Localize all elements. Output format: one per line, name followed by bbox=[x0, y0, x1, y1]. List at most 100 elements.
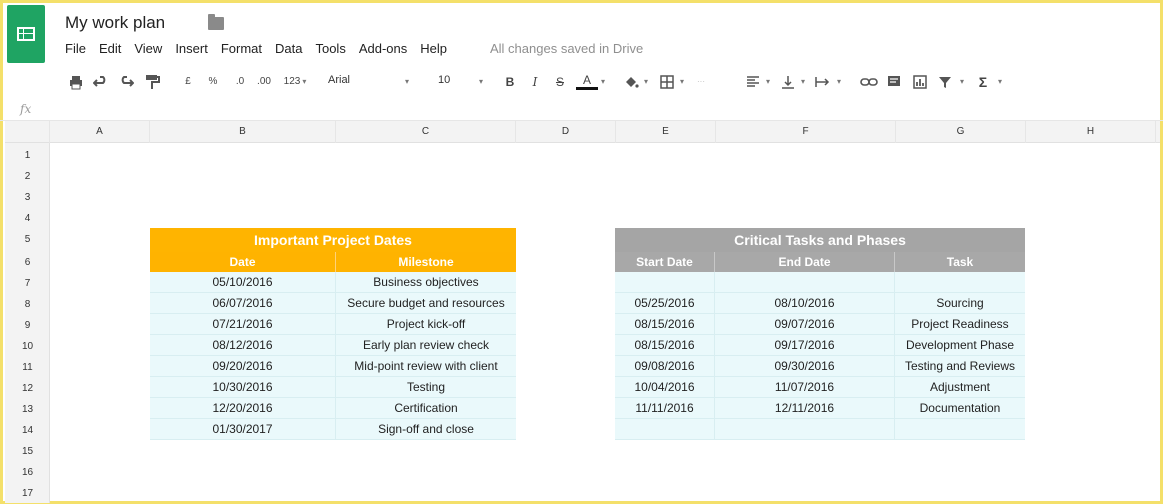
chevron-down-icon[interactable]: ▾ bbox=[799, 74, 807, 90]
header-cell-task[interactable]: Task bbox=[895, 252, 1025, 272]
borders-icon[interactable] bbox=[659, 74, 675, 90]
chevron-down-icon[interactable]: ▾ bbox=[599, 74, 607, 90]
milestone-cell[interactable]: Secure budget and resources bbox=[336, 293, 516, 313]
row-header[interactable]: 17 bbox=[5, 483, 50, 504]
row-header[interactable]: 15 bbox=[5, 441, 50, 462]
menu-view[interactable]: View bbox=[134, 41, 162, 56]
task-cell[interactable]: Project Readiness bbox=[895, 314, 1025, 334]
chevron-down-icon[interactable]: ▾ bbox=[678, 74, 686, 90]
milestone-cell[interactable]: Mid-point review with client bbox=[336, 356, 516, 376]
increase-decimal-button[interactable]: .00 bbox=[254, 74, 274, 90]
chart-icon[interactable] bbox=[912, 74, 928, 90]
row-header[interactable]: 14 bbox=[5, 420, 50, 441]
start-date-cell[interactable] bbox=[615, 272, 715, 292]
end-date-cell[interactable] bbox=[715, 419, 895, 439]
text-wrap-icon[interactable] bbox=[814, 74, 832, 90]
row-header[interactable]: 7 bbox=[5, 273, 50, 294]
row-header[interactable]: 12 bbox=[5, 378, 50, 399]
filter-icon[interactable] bbox=[937, 74, 953, 90]
bold-button[interactable]: B bbox=[503, 74, 517, 90]
strikethrough-button[interactable]: S bbox=[553, 74, 567, 90]
date-cell[interactable]: 12/20/2016 bbox=[150, 398, 336, 418]
font-size-select[interactable]: 10 bbox=[438, 74, 450, 86]
chevron-down-icon[interactable]: ▾ bbox=[764, 74, 772, 90]
functions-button[interactable]: Σ bbox=[976, 74, 990, 90]
start-date-cell[interactable]: 09/08/2016 bbox=[615, 356, 715, 376]
column-header[interactable]: E bbox=[616, 121, 716, 143]
row-header[interactable]: 9 bbox=[5, 315, 50, 336]
start-date-cell[interactable]: 11/11/2016 bbox=[615, 398, 715, 418]
column-header[interactable]: F bbox=[716, 121, 896, 143]
align-icon[interactable] bbox=[745, 74, 761, 90]
start-date-cell[interactable] bbox=[615, 419, 715, 439]
date-cell[interactable]: 05/10/2016 bbox=[150, 272, 336, 292]
chevron-down-icon[interactable]: ▾ bbox=[476, 74, 486, 90]
milestone-cell[interactable]: Certification bbox=[336, 398, 516, 418]
row-header[interactable]: 6 bbox=[5, 252, 50, 273]
column-header[interactable]: D bbox=[516, 121, 616, 143]
chevron-down-icon[interactable]: ▾ bbox=[835, 74, 843, 90]
task-cell[interactable] bbox=[895, 419, 1025, 439]
undo-icon[interactable] bbox=[93, 74, 109, 90]
header-cell-start-date[interactable]: Start Date bbox=[615, 252, 715, 272]
date-cell[interactable]: 06/07/2016 bbox=[150, 293, 336, 313]
milestone-cell[interactable]: Testing bbox=[336, 377, 516, 397]
task-cell[interactable]: Development Phase bbox=[895, 335, 1025, 355]
menu-addons[interactable]: Add-ons bbox=[359, 41, 407, 56]
row-header[interactable]: 11 bbox=[5, 357, 50, 378]
date-cell[interactable]: 08/12/2016 bbox=[150, 335, 336, 355]
task-cell[interactable]: Adjustment bbox=[895, 377, 1025, 397]
row-header[interactable]: 4 bbox=[5, 208, 50, 229]
decrease-decimal-button[interactable]: .0 bbox=[232, 74, 248, 90]
header-cell-date[interactable]: Date bbox=[150, 252, 336, 272]
date-cell[interactable]: 07/21/2016 bbox=[150, 314, 336, 334]
vertical-align-icon[interactable] bbox=[780, 74, 796, 90]
header-cell-milestone[interactable]: Milestone bbox=[336, 252, 516, 272]
date-cell[interactable]: 01/30/2017 bbox=[150, 419, 336, 439]
redo-icon[interactable] bbox=[118, 74, 134, 90]
percent-format-button[interactable]: % bbox=[207, 74, 219, 90]
print-icon[interactable] bbox=[68, 74, 84, 90]
task-cell[interactable]: Documentation bbox=[895, 398, 1025, 418]
select-all-corner[interactable] bbox=[5, 121, 50, 143]
end-date-cell[interactable]: 09/30/2016 bbox=[715, 356, 895, 376]
row-header[interactable]: 3 bbox=[5, 187, 50, 208]
row-header[interactable]: 13 bbox=[5, 399, 50, 420]
start-date-cell[interactable]: 05/25/2016 bbox=[615, 293, 715, 313]
more-icon[interactable]: ··· bbox=[694, 74, 708, 90]
end-date-cell[interactable] bbox=[715, 272, 895, 292]
column-header[interactable]: C bbox=[336, 121, 516, 143]
chevron-down-icon[interactable]: ▾ bbox=[402, 74, 412, 90]
milestone-cell[interactable]: Early plan review check bbox=[336, 335, 516, 355]
end-date-cell[interactable]: 12/11/2016 bbox=[715, 398, 895, 418]
row-header[interactable]: 16 bbox=[5, 462, 50, 483]
menu-insert[interactable]: Insert bbox=[175, 41, 208, 56]
paint-format-icon[interactable] bbox=[144, 74, 160, 90]
start-date-cell[interactable]: 08/15/2016 bbox=[615, 335, 715, 355]
end-date-cell[interactable]: 11/07/2016 bbox=[715, 377, 895, 397]
menu-help[interactable]: Help bbox=[420, 41, 447, 56]
task-cell[interactable]: Sourcing bbox=[895, 293, 1025, 313]
menu-file[interactable]: File bbox=[65, 41, 86, 56]
font-family-select[interactable]: Arial bbox=[328, 74, 350, 86]
end-date-cell[interactable]: 09/17/2016 bbox=[715, 335, 895, 355]
table-title[interactable]: Important Project Dates bbox=[150, 228, 516, 252]
column-header[interactable]: B bbox=[150, 121, 336, 143]
more-formats-button[interactable]: 123 ▾ bbox=[280, 74, 310, 90]
sheets-logo-icon[interactable] bbox=[7, 5, 45, 63]
fill-color-icon[interactable] bbox=[623, 74, 639, 90]
date-cell[interactable]: 10/30/2016 bbox=[150, 377, 336, 397]
text-color-button[interactable]: A bbox=[576, 74, 598, 90]
column-header[interactable]: A bbox=[50, 121, 150, 143]
milestone-cell[interactable]: Sign-off and close bbox=[336, 419, 516, 439]
link-icon[interactable] bbox=[860, 74, 878, 90]
task-cell[interactable]: Testing and Reviews bbox=[895, 356, 1025, 376]
italic-button[interactable]: I bbox=[528, 74, 542, 90]
menu-format[interactable]: Format bbox=[221, 41, 262, 56]
end-date-cell[interactable]: 09/07/2016 bbox=[715, 314, 895, 334]
chevron-down-icon[interactable]: ▾ bbox=[996, 74, 1004, 90]
milestone-cell[interactable]: Project kick-off bbox=[336, 314, 516, 334]
comment-icon[interactable] bbox=[886, 74, 902, 90]
menu-tools[interactable]: Tools bbox=[315, 41, 345, 56]
row-header[interactable]: 2 bbox=[5, 166, 50, 187]
